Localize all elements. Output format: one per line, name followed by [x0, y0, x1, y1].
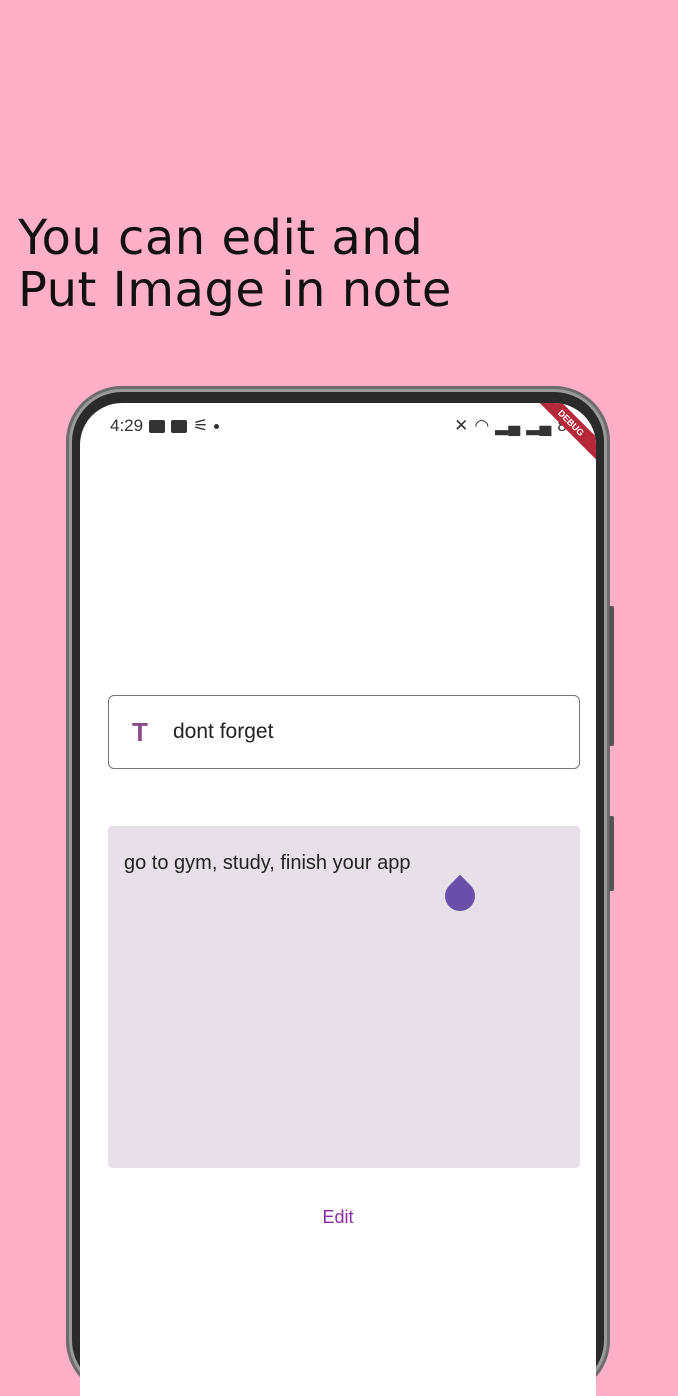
youtube-icon: [171, 419, 188, 433]
note-body-input[interactable]: go to gym, study, finish your app: [124, 852, 410, 875]
text-cursor-handle[interactable]: [438, 874, 482, 918]
wifi-icon: ◠: [474, 416, 490, 435]
power-button: [609, 816, 614, 891]
text-title-icon: T: [132, 716, 148, 747]
status-time: 4:29: [110, 416, 144, 435]
note-body-field[interactable]: go to gym, study, finish your app: [108, 826, 580, 1168]
mute-icon: ✕: [454, 416, 469, 435]
status-bar: 4:29 ⚟ ✕ ◠ ▂▄ ▂▄ 8%: [80, 411, 596, 441]
phone-frame: 4:29 ⚟ ✕ ◠ ▂▄ ▂▄ 8% DEBUG T dont forget …: [66, 386, 614, 1396]
signal-icon: ▂▄: [495, 416, 521, 435]
edit-button[interactable]: Edit: [80, 1207, 596, 1228]
note-title-field[interactable]: T dont forget: [108, 695, 580, 769]
gallery-icon: [149, 419, 166, 433]
headline: You can edit and Put Image in note: [18, 210, 452, 318]
signal-icon-2: ▂▄: [526, 416, 552, 435]
magic-wand-icon: ⚟: [193, 416, 209, 435]
notification-dot-icon: [214, 423, 220, 429]
volume-button: [609, 606, 614, 746]
note-title-input[interactable]: dont forget: [173, 720, 273, 744]
phone-screen: 4:29 ⚟ ✕ ◠ ▂▄ ▂▄ 8% DEBUG T dont forget …: [80, 403, 596, 1396]
